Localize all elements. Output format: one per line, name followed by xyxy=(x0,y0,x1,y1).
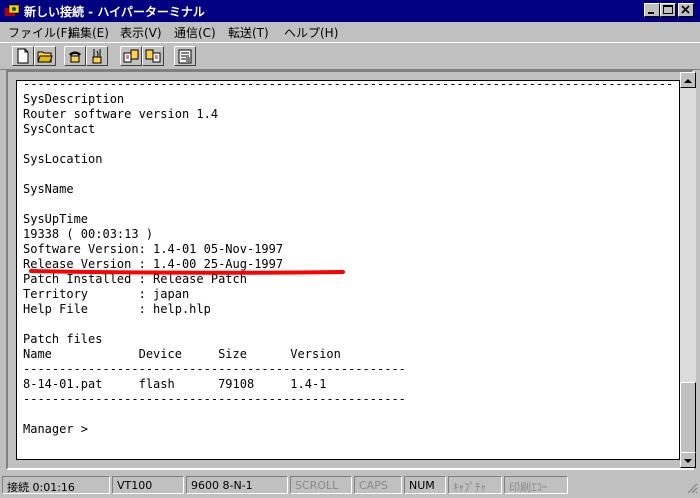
menu-help[interactable]: ヘルプ(H) xyxy=(284,24,338,41)
scroll-thumb[interactable] xyxy=(680,382,696,454)
terminal-line: Help File : help.hlp xyxy=(23,302,211,316)
menu-bar: ファイル(F) 編集(E) 表示(V) 通信(C) 転送(T) ヘルプ(H) xyxy=(0,22,700,40)
terminal-line: SysLocation xyxy=(23,152,103,166)
terminal-line: SysContact xyxy=(23,122,96,136)
menu-view[interactable]: 表示(V) xyxy=(120,24,162,41)
menu-transfer[interactable]: 転送(T) xyxy=(228,24,269,41)
terminal-line: Patch files xyxy=(23,332,103,346)
receive-icon xyxy=(145,49,161,63)
terminal-screen[interactable]: ----------------------------------------… xyxy=(16,80,680,460)
properties-icon xyxy=(178,49,192,64)
status-num: NUM xyxy=(404,476,446,494)
terminal-line: 8-14-01.pat flash 79108 1.4-1 xyxy=(23,377,327,391)
terminal-line: SysUpTime xyxy=(23,212,89,226)
scroll-up-button[interactable] xyxy=(680,72,696,88)
status-emulation: VT100 xyxy=(112,476,184,494)
new-icon xyxy=(17,48,29,64)
menu-file[interactable]: ファイル(F) xyxy=(8,24,72,41)
maximize-icon xyxy=(663,5,673,14)
close-button[interactable] xyxy=(678,3,694,17)
toolbar xyxy=(0,42,700,70)
status-print-echo: 印刷ｴｺｰ xyxy=(504,476,568,494)
send-icon xyxy=(123,49,139,63)
menu-call[interactable]: 通信(C) xyxy=(174,24,216,41)
status-capture: ｷｬﾌﾟﾁｬ xyxy=(448,476,502,494)
terminal-line: ----------------------------------------… xyxy=(23,80,674,91)
open-button[interactable] xyxy=(34,46,56,66)
open-icon xyxy=(37,51,53,63)
status-bar: 接続 0:01:16 VT100 9600 8-N-1 SCROLL CAPS … xyxy=(0,474,700,496)
hyperterminal-icon xyxy=(5,4,20,16)
status-connect-time: 接続 0:01:16 xyxy=(2,476,110,494)
call-button[interactable] xyxy=(64,46,86,66)
red-underline-annotation xyxy=(29,269,345,275)
status-port-settings: 9600 8-N-1 xyxy=(186,476,288,494)
terminal-line: Territory : japan xyxy=(23,287,190,301)
receive-button[interactable] xyxy=(142,46,164,66)
scroll-down-button[interactable] xyxy=(680,452,696,468)
terminal-output: ----------------------------------------… xyxy=(23,80,674,437)
menu-edit[interactable]: 編集(E) xyxy=(68,24,109,41)
disconnect-button[interactable] xyxy=(86,46,108,66)
title-bar: 新しい接続 - ハイパーターミナル xyxy=(0,0,700,22)
resize-grip-icon[interactable] xyxy=(686,482,698,494)
terminal-line: Software Version: 1.4-01 05-Nov-1997 xyxy=(23,242,284,256)
terminal-line: Router software version 1.4 xyxy=(23,107,219,121)
terminal-frame: ----------------------------------------… xyxy=(6,70,696,470)
terminal-line: SysDescription xyxy=(23,92,125,106)
arrow-down-icon xyxy=(684,459,692,463)
disconnect-icon xyxy=(92,49,102,64)
terminal-line: ----------------------------------------… xyxy=(23,392,406,406)
minimize-button[interactable] xyxy=(644,3,660,17)
close-icon xyxy=(681,5,690,14)
properties-button[interactable] xyxy=(174,46,196,66)
status-caps: CAPS xyxy=(354,476,402,494)
arrow-up-icon xyxy=(684,79,692,83)
maximize-button[interactable] xyxy=(660,3,676,17)
terminal-line: Name Device Size Version xyxy=(23,347,341,361)
new-button[interactable] xyxy=(12,46,34,66)
window-title: 新しい接続 - ハイパーターミナル xyxy=(24,5,205,19)
terminal-line: Manager > xyxy=(23,422,89,436)
vertical-scrollbar[interactable] xyxy=(680,72,696,468)
terminal-line: 19338 ( 00:03:13 ) xyxy=(23,227,154,241)
status-scroll: SCROLL xyxy=(290,476,352,494)
terminal-line: ----------------------------------------… xyxy=(23,362,406,376)
phone-icon xyxy=(69,51,81,63)
terminal-line: SysName xyxy=(23,182,74,196)
minimize-icon xyxy=(648,12,654,14)
send-button[interactable] xyxy=(120,46,142,66)
